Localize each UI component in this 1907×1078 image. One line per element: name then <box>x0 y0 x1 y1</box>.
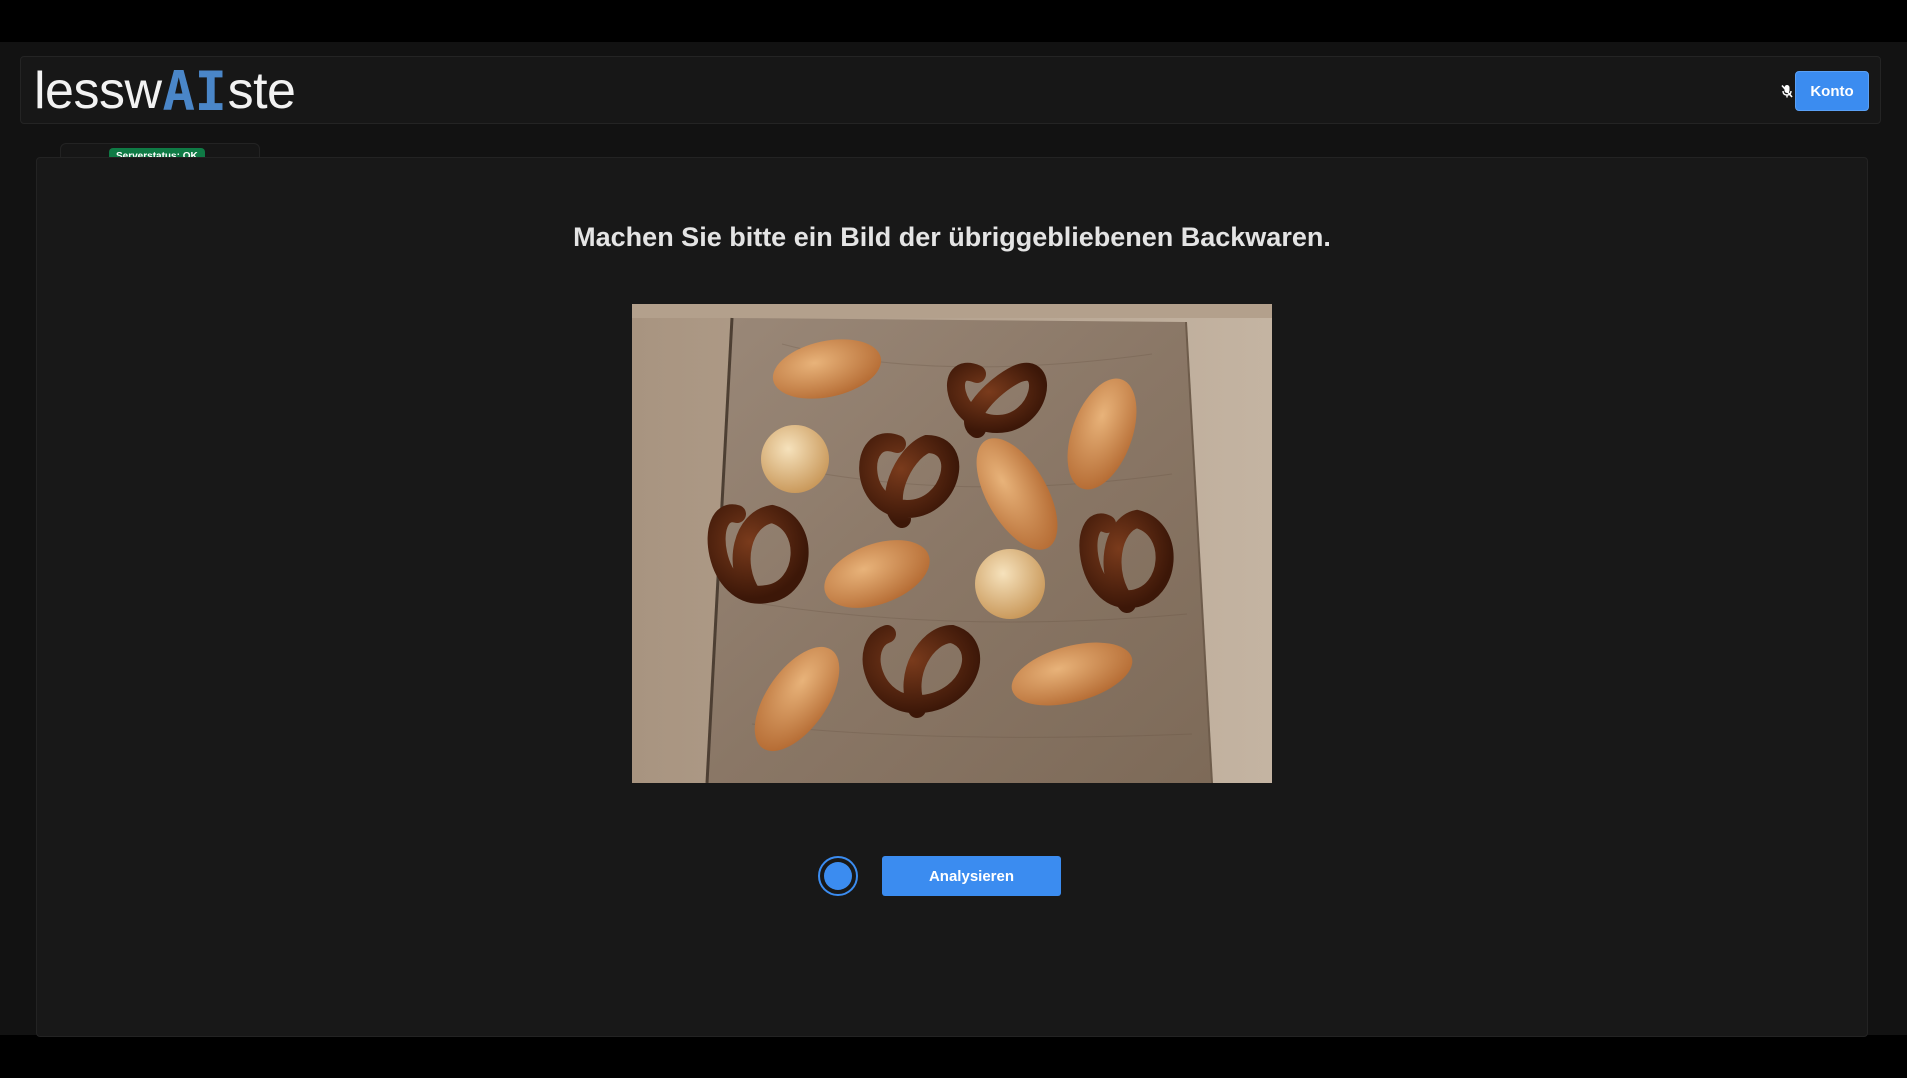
account-button[interactable]: Konto <box>1795 71 1869 111</box>
analyze-button[interactable]: Analysieren <box>882 856 1061 896</box>
capture-radio-icon[interactable] <box>818 856 858 896</box>
app-logo: lessw AI ste <box>34 59 296 123</box>
capture-radio-dot <box>824 862 852 890</box>
photo-prompt: Machen Sie bitte ein Bild der übriggebli… <box>573 222 1331 252</box>
logo-prefix: lessw <box>34 62 162 120</box>
baked-goods-photo <box>632 304 1272 783</box>
header-bar: lessw AI ste Konto <box>20 56 1881 124</box>
logo-suffix: ste <box>227 62 296 120</box>
logo-ai: AI <box>162 59 228 123</box>
